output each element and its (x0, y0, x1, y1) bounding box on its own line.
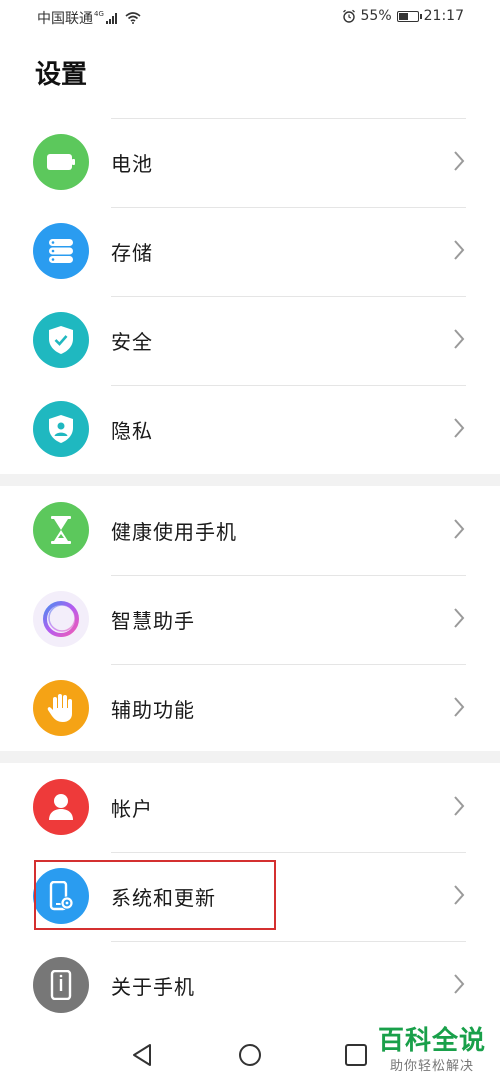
watermark: 百科全说 助你轻松解决 (378, 1020, 486, 1074)
battery-status-icon (396, 10, 422, 22)
settings-item-privacy[interactable]: 隐私 (0, 385, 500, 474)
shield-check-icon (33, 312, 89, 368)
group-separator (0, 751, 500, 763)
network-type: 4G (94, 10, 104, 18)
chevron-right-icon (454, 608, 465, 628)
divider (111, 664, 466, 665)
phone-info-icon (33, 957, 89, 1013)
divider (111, 852, 466, 853)
chevron-right-icon (454, 240, 465, 260)
divider (111, 207, 466, 208)
chevron-right-icon (454, 796, 465, 816)
settings-item-label: 隐私 (111, 419, 153, 443)
chevron-right-icon (454, 885, 465, 905)
privacy-shield-icon (33, 401, 89, 457)
settings-item-label: 健康使用手机 (111, 520, 237, 544)
carrier-name: 中国联通 (37, 11, 93, 27)
settings-item-label: 安全 (111, 330, 153, 354)
clock: 21:17 (423, 8, 464, 24)
settings-item-label: 帐户 (111, 797, 153, 821)
recents-icon[interactable] (341, 1040, 371, 1070)
settings-item-label: 智慧助手 (111, 609, 195, 633)
divider (111, 385, 466, 386)
divider (111, 575, 466, 576)
chevron-right-icon (454, 519, 465, 539)
hand-icon (33, 680, 89, 736)
signal-icon (105, 12, 117, 24)
watermark-title: 百科全说 (377, 1026, 486, 1056)
status-left: 中国联通 4G (37, 8, 141, 28)
highlight-box (34, 860, 276, 930)
page-title: 设置 (35, 60, 88, 90)
settings-item-label: 电池 (111, 152, 153, 176)
group-separator (0, 474, 500, 486)
status-bar: 中国联通 4G 55% 21:17 (0, 0, 500, 36)
divider (111, 118, 466, 119)
wifi-icon (125, 12, 141, 24)
settings-item-about-phone[interactable]: 关于手机 (0, 941, 500, 1030)
chevron-right-icon (454, 697, 465, 717)
settings-item-label: 存储 (111, 241, 153, 265)
settings-item-accessibility[interactable]: 辅助功能 (0, 664, 500, 753)
settings-item-label: 辅助功能 (111, 698, 195, 722)
alarm-icon (342, 9, 355, 23)
settings-item-label: 关于手机 (111, 975, 195, 999)
settings-item-digital-balance[interactable]: 健康使用手机 (0, 486, 500, 575)
divider (111, 941, 466, 942)
battery-icon (33, 134, 89, 190)
settings-item-accounts[interactable]: 帐户 (0, 763, 500, 852)
storage-icon (33, 223, 89, 279)
assistant-ring-icon (33, 591, 89, 647)
settings-group-assist: 健康使用手机 智慧助手 辅助功能 (0, 486, 500, 753)
chevron-right-icon (454, 418, 465, 438)
back-icon[interactable] (128, 1040, 158, 1070)
hourglass-icon (33, 502, 89, 558)
watermark-subtitle: 助你轻松解决 (389, 1059, 474, 1074)
battery-percent: 55% (360, 8, 392, 24)
person-icon (33, 779, 89, 835)
settings-item-storage[interactable]: 存储 (0, 207, 500, 296)
settings-item-smart-assistant[interactable]: 智慧助手 (0, 575, 500, 664)
chevron-right-icon (454, 329, 465, 349)
settings-item-security[interactable]: 安全 (0, 296, 500, 385)
home-icon[interactable] (235, 1040, 265, 1070)
settings-item-battery[interactable]: 电池 (0, 118, 500, 207)
divider (111, 296, 466, 297)
status-right: 55% 21:17 (342, 8, 464, 24)
chevron-right-icon (454, 974, 465, 994)
chevron-right-icon (454, 151, 465, 171)
settings-group-device: 电池 存储 安全 隐私 (0, 118, 500, 474)
